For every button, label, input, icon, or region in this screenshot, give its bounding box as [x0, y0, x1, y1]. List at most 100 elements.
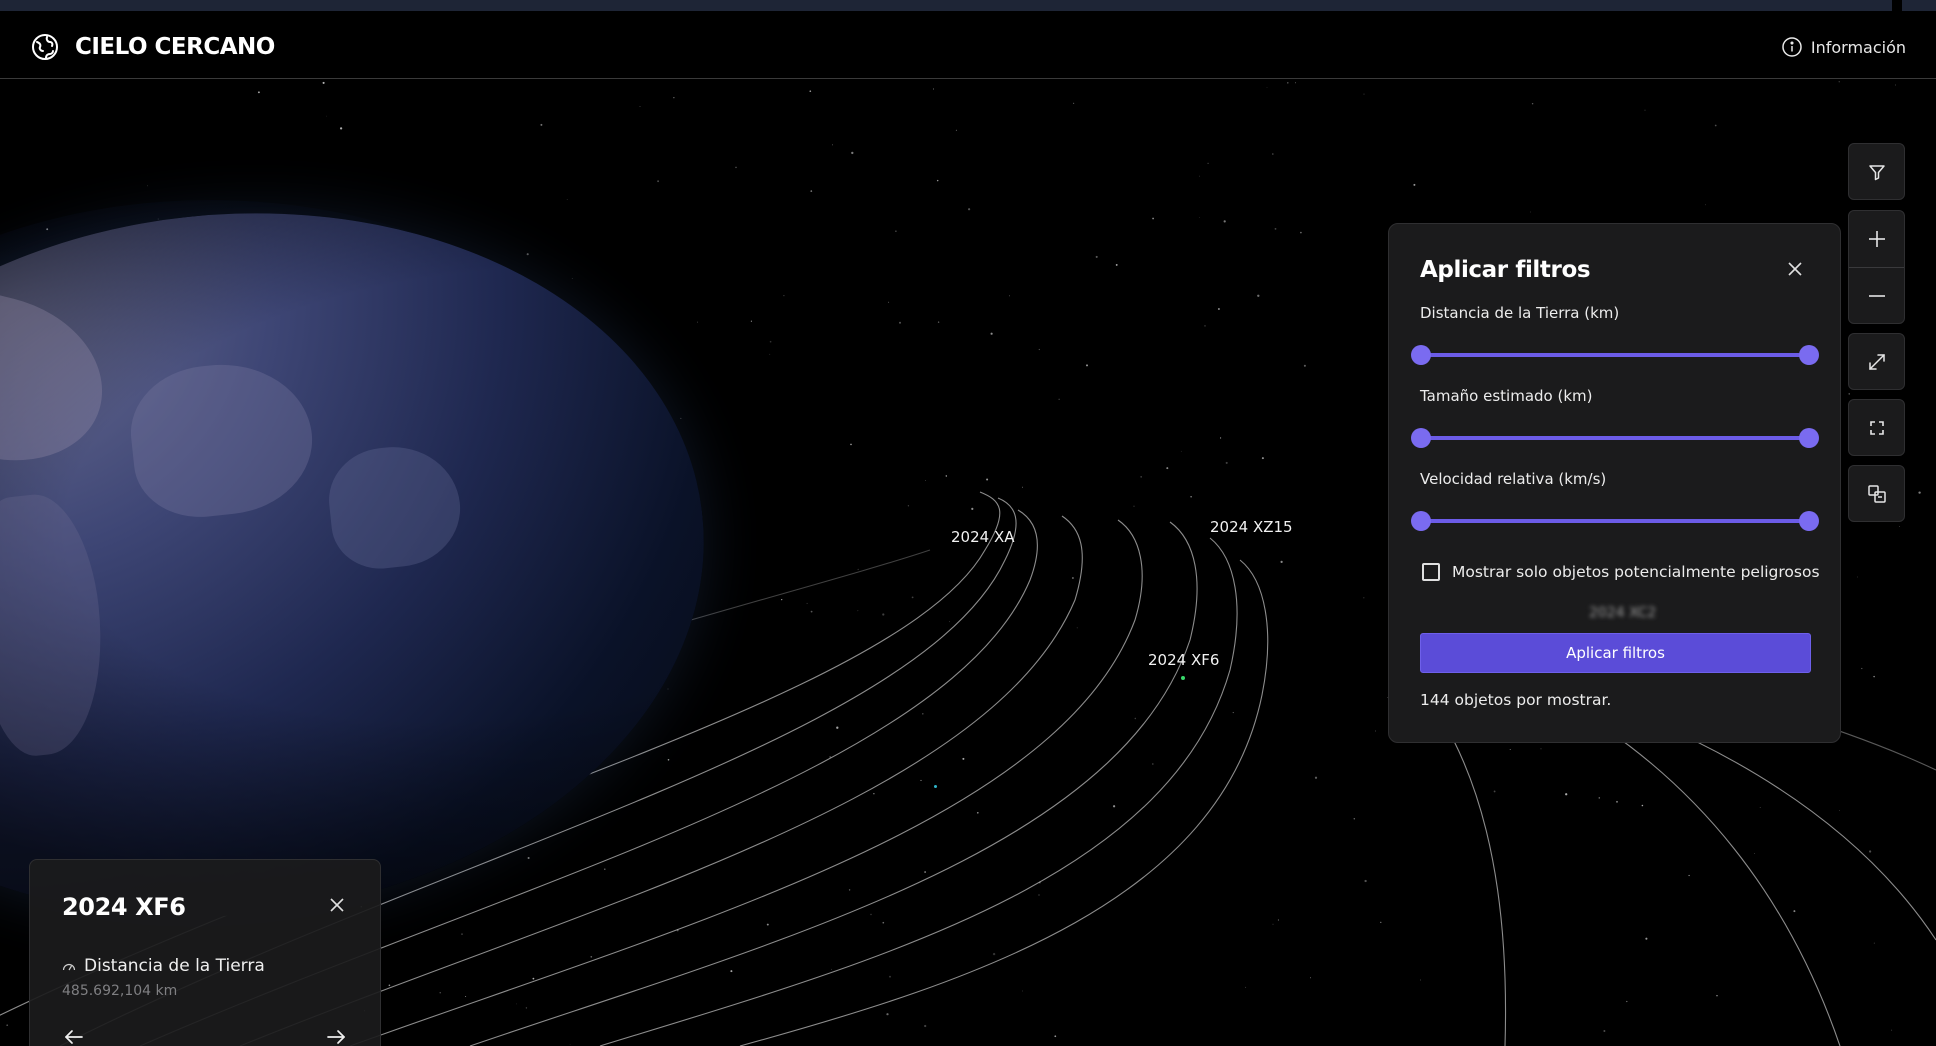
orbit-label[interactable]: 2024 XF6: [1148, 651, 1219, 669]
star: [667, 688, 669, 690]
star: [1626, 1000, 1628, 1003]
star: [1272, 153, 1274, 155]
star: [1295, 82, 1296, 84]
selected-object-name: 2024 XF6: [62, 893, 186, 921]
star: [1509, 749, 1511, 750]
star: [1645, 937, 1648, 940]
orbit-label[interactable]: 2024 XZ15: [1210, 518, 1293, 536]
previous-object-button[interactable]: [60, 1023, 88, 1046]
star: [911, 596, 914, 599]
hazardous-only-checkbox[interactable]: [1422, 563, 1440, 581]
star: [850, 443, 852, 446]
star: [1198, 217, 1200, 219]
star: [895, 230, 897, 232]
star: [886, 1013, 889, 1016]
star: [1280, 560, 1283, 564]
slider-min-handle[interactable]: [1411, 428, 1431, 448]
star: [1166, 467, 1169, 470]
slider-max-handle[interactable]: [1799, 345, 1819, 365]
velocity-range-slider[interactable]: [1411, 511, 1819, 531]
top-bar: CIELO CERCANO Información: [0, 11, 1936, 79]
star: [526, 253, 529, 256]
next-object-button[interactable]: [322, 1023, 350, 1046]
star: [769, 353, 771, 355]
close-filters-button[interactable]: [1782, 256, 1808, 282]
star: [781, 598, 783, 601]
slider-track: [1420, 519, 1810, 523]
star: [1857, 576, 1858, 578]
star: [1714, 124, 1717, 127]
distance-slider-label: Distancia de la Tierra (km): [1420, 304, 1620, 322]
star: [1918, 491, 1921, 494]
star: [326, 115, 327, 117]
star: [933, 88, 934, 90]
star: [766, 923, 769, 926]
star: [783, 294, 785, 297]
star: [257, 91, 260, 94]
star: [1616, 800, 1618, 803]
filter-toggle-button[interactable]: [1848, 143, 1905, 200]
star: [1217, 308, 1220, 310]
star: [1375, 730, 1376, 732]
app-title: CIELO CERCANO: [75, 34, 275, 60]
selected-object-marker[interactable]: [1181, 676, 1185, 680]
slider-max-handle[interactable]: [1799, 428, 1819, 448]
star: [1009, 295, 1010, 297]
star: [1895, 84, 1896, 86]
zoom-in-icon: [1868, 231, 1885, 247]
slider-max-handle[interactable]: [1799, 511, 1819, 531]
star: [769, 340, 772, 343]
fullscreen-button[interactable]: [1848, 399, 1905, 456]
star: [907, 505, 910, 507]
star: [810, 190, 813, 192]
star: [882, 921, 885, 924]
distance-metric-value: 485.692,104 km: [62, 983, 178, 999]
star: [1413, 183, 1416, 186]
star: [857, 610, 859, 612]
zoom-out-button[interactable]: [1849, 268, 1904, 324]
star: [1716, 995, 1718, 997]
brand[interactable]: CIELO CERCANO: [29, 31, 275, 63]
expand-button[interactable]: [1848, 333, 1905, 390]
size-range-slider[interactable]: [1411, 428, 1819, 448]
star: [1076, 627, 1078, 629]
star: [968, 208, 971, 211]
star: [806, 602, 808, 604]
star: [971, 507, 974, 510]
slider-min-handle[interactable]: [1411, 345, 1431, 365]
orbit-label[interactable]: 2024 XA: [951, 528, 1014, 546]
star: [465, 995, 467, 998]
expand-icon: [1868, 353, 1885, 370]
star: [1152, 217, 1155, 220]
hazardous-only-label: Mostrar solo objetos potencialmente peli…: [1452, 563, 1820, 581]
star: [461, 933, 463, 935]
star: [673, 97, 675, 99]
filter-panel-title: Aplicar filtros: [1420, 257, 1591, 283]
info-link[interactable]: Información: [1781, 36, 1906, 58]
browser-strip-notch: [1892, 0, 1902, 11]
star: [1199, 175, 1200, 177]
slider-track: [1420, 436, 1810, 440]
star: [1134, 717, 1137, 720]
star: [1220, 437, 1222, 439]
object-marker[interactable]: [934, 785, 937, 788]
zoom-in-button[interactable]: [1849, 211, 1904, 267]
star: [569, 1044, 571, 1045]
star: [1300, 231, 1302, 234]
star: [920, 779, 922, 781]
star: [1095, 255, 1098, 258]
star: [322, 81, 325, 84]
star: [1085, 364, 1089, 367]
close-card-button[interactable]: [324, 892, 350, 918]
apply-filters-button[interactable]: Aplicar filtros: [1420, 633, 1811, 673]
distance-range-slider[interactable]: [1411, 345, 1819, 365]
switch-view-button[interactable]: [1848, 465, 1905, 522]
star: [1641, 804, 1644, 807]
space-scene[interactable]: 2024 XA 2024 XZ15 2024 XF6 Aplicar filtr…: [0, 80, 1936, 1046]
slider-min-handle[interactable]: [1411, 511, 1431, 531]
arrow-right-icon: [327, 1030, 345, 1044]
continent-shape: [0, 274, 121, 481]
hazardous-only-checkbox-row[interactable]: Mostrar solo objetos potencialmente peli…: [1422, 563, 1820, 581]
star: [1232, 712, 1234, 714]
star: [1420, 979, 1421, 981]
